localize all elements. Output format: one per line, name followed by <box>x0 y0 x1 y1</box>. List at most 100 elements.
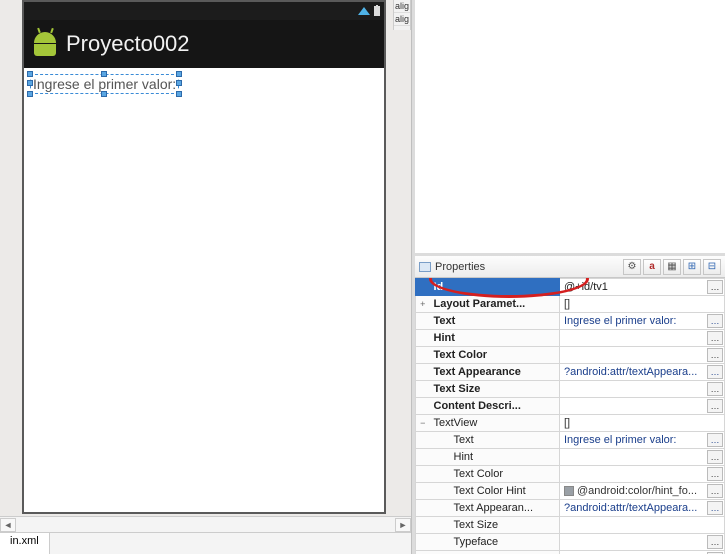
more-button[interactable]: … <box>707 382 723 396</box>
device-canvas[interactable]: Proyecto002 Ingrese el primer valor: <box>0 0 411 516</box>
more-button[interactable]: … <box>707 399 723 413</box>
prop-value[interactable]: … <box>560 330 725 347</box>
prop-value[interactable]: … <box>560 534 725 551</box>
resize-handle[interactable] <box>27 91 33 97</box>
prop-value[interactable]: @+id/tv1… <box>560 279 725 296</box>
more-button[interactable]: … <box>707 535 723 549</box>
tree-line <box>416 432 430 449</box>
palette-item[interactable]: alig <box>394 13 410 26</box>
tree-line <box>416 483 430 500</box>
tree-line <box>416 466 430 483</box>
properties-title: Properties <box>435 261 485 273</box>
prop-key[interactable]: Text Appearance <box>430 364 560 381</box>
prop-value[interactable]: … <box>560 551 725 554</box>
prop-key[interactable]: Text Color Hint <box>430 483 560 500</box>
more-button[interactable]: … <box>707 314 723 328</box>
prop-key[interactable]: Typeface <box>430 534 560 551</box>
resize-handle[interactable] <box>27 80 33 86</box>
expander-icon[interactable] <box>416 381 430 398</box>
resize-handle[interactable] <box>101 71 107 77</box>
prop-key[interactable]: Content Descri... <box>430 398 560 415</box>
resize-handle[interactable] <box>176 71 182 77</box>
selected-textview[interactable]: Ingrese el primer valor: <box>30 74 179 94</box>
device-frame: Proyecto002 Ingrese el primer valor: <box>22 0 386 514</box>
expander-icon[interactable] <box>416 313 430 330</box>
prop-value[interactable]: ?android:attr/textAppeara...… <box>560 500 725 517</box>
expander-icon[interactable] <box>416 279 430 296</box>
layout-editor-pane: Proyecto002 Ingrese el primer valor: <box>0 0 412 554</box>
scroll-right-icon[interactable]: ► <box>395 518 411 532</box>
prop-key[interactable]: Layout Paramet... <box>430 296 560 313</box>
prop-group[interactable]: TextView <box>430 415 560 432</box>
resize-handle[interactable] <box>27 71 33 77</box>
properties-icon <box>419 262 431 272</box>
more-button[interactable]: … <box>707 433 723 447</box>
editor-tabbar: in.xml <box>0 532 411 554</box>
more-button[interactable]: … <box>707 365 723 379</box>
right-pane: Properties ⚙ a ▦ ⊞ ⊟ Id@+id/tv1… +Layout … <box>412 0 725 554</box>
prop-value[interactable]: … <box>560 347 725 364</box>
more-button[interactable]: … <box>707 501 723 515</box>
prop-key[interactable]: Text Size <box>430 517 560 534</box>
android-icon <box>34 32 56 56</box>
scroll-left-icon[interactable]: ◄ <box>0 518 16 532</box>
prop-value[interactable]: … <box>560 449 725 466</box>
color-swatch-icon <box>564 486 574 496</box>
prop-value[interactable]: ?android:attr/textAppeara...… <box>560 364 725 381</box>
palette-item[interactable]: alig <box>394 0 410 13</box>
prop-value[interactable]: … <box>560 398 725 415</box>
collapse-all-button[interactable]: ⊟ <box>703 259 721 275</box>
expand-all-button[interactable]: ⊞ <box>683 259 701 275</box>
expander-icon[interactable] <box>416 347 430 364</box>
tree-line <box>416 551 430 554</box>
resize-handle[interactable] <box>176 80 182 86</box>
prop-key[interactable]: Hint <box>430 330 560 347</box>
prop-value[interactable] <box>560 517 725 534</box>
app-bar: Proyecto002 <box>24 20 384 68</box>
prop-value[interactable]: … <box>560 466 725 483</box>
horizontal-scrollbar[interactable]: ◄ ► <box>0 516 411 532</box>
more-button[interactable]: … <box>707 331 723 345</box>
sort-alpha-button[interactable]: a <box>643 259 661 275</box>
properties-header: Properties ⚙ a ▦ ⊞ ⊟ <box>415 256 725 278</box>
prop-value[interactable]: Ingrese el primer valor:… <box>560 432 725 449</box>
more-button[interactable]: … <box>707 450 723 464</box>
prop-value[interactable]: … <box>560 381 725 398</box>
resize-handle[interactable] <box>176 91 182 97</box>
prop-value[interactable]: [] <box>560 296 725 313</box>
expander-icon[interactable]: − <box>416 415 430 432</box>
expander-icon[interactable] <box>416 330 430 347</box>
layout-content-area[interactable]: Ingrese el primer valor: <box>24 68 384 512</box>
expander-icon[interactable] <box>416 398 430 415</box>
prop-key[interactable]: Text Appearan... <box>430 500 560 517</box>
properties-grid[interactable]: Id@+id/tv1…+Layout Paramet...[]TextIngre… <box>415 278 725 554</box>
more-button[interactable]: … <box>707 280 723 294</box>
more-button[interactable]: … <box>707 467 723 481</box>
prop-key[interactable]: Text Size <box>430 381 560 398</box>
tree-line <box>416 517 430 534</box>
more-button[interactable]: … <box>707 348 723 362</box>
prop-key[interactable]: Hint <box>430 449 560 466</box>
prop-value[interactable]: @android:color/hint_fo...… <box>560 483 725 500</box>
more-button[interactable]: … <box>707 484 723 498</box>
show-advanced-button[interactable]: ⚙ <box>623 259 641 275</box>
prop-key[interactable]: Text <box>430 432 560 449</box>
prop-key[interactable]: Text <box>430 313 560 330</box>
app-title: Proyecto002 <box>66 31 190 57</box>
outline-placeholder <box>415 0 725 256</box>
resize-handle[interactable] <box>101 91 107 97</box>
textview-text: Ingrese el primer valor: <box>33 76 176 92</box>
prop-value[interactable]: Ingrese el primer valor:… <box>560 313 725 330</box>
expander-icon[interactable]: + <box>416 296 430 313</box>
prop-key[interactable]: Text Style <box>430 551 560 554</box>
categorize-button[interactable]: ▦ <box>663 259 681 275</box>
prop-key[interactable]: Text Color <box>430 347 560 364</box>
prop-key[interactable]: Text Color <box>430 466 560 483</box>
prop-value[interactable]: [] <box>560 415 725 432</box>
prop-key[interactable]: Id <box>430 279 560 296</box>
editor-tab[interactable]: in.xml <box>0 533 50 554</box>
status-bar <box>24 2 384 20</box>
palette-sliver[interactable]: alig alig <box>393 0 411 30</box>
device-screen: Proyecto002 Ingrese el primer valor: <box>24 2 384 512</box>
expander-icon[interactable] <box>416 364 430 381</box>
